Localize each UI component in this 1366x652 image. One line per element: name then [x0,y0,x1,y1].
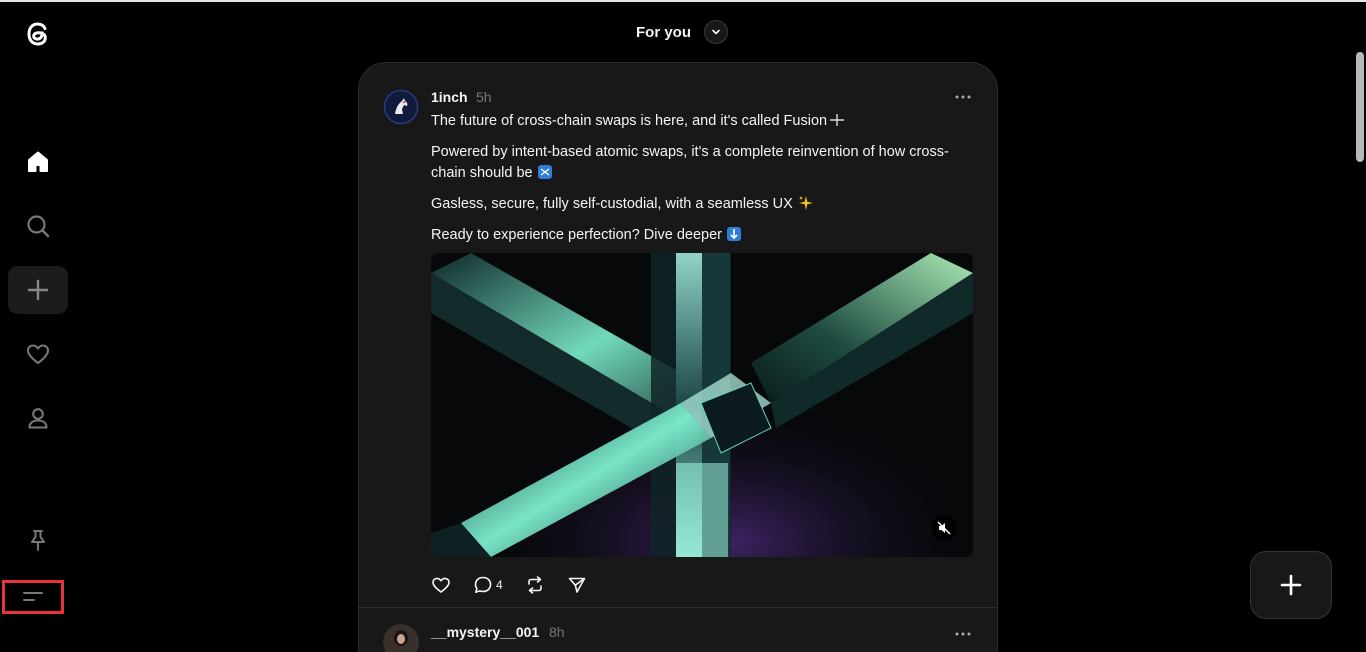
post-username[interactable]: __mystery__001 [431,624,539,640]
repost-button[interactable] [525,575,545,595]
plus-icon [1280,574,1302,596]
share-button[interactable] [567,575,587,595]
page-scrollbar[interactable] [1356,52,1366,640]
mute-button[interactable] [931,515,957,541]
avatar[interactable] [383,89,419,125]
post-video[interactable] [431,253,973,557]
post[interactable]: __mystery__001 8h [359,608,997,652]
sparkles-emoji-icon [798,196,813,210]
more-horizontal-icon [955,632,971,636]
post-timestamp: 5h [476,89,492,105]
nav-profile-button[interactable] [8,394,68,442]
avatar[interactable] [383,624,419,652]
speaker-muted-icon [937,521,951,535]
like-button[interactable] [431,575,451,595]
heart-icon [432,577,450,593]
home-icon [28,151,48,172]
nav-activity-button[interactable] [8,330,68,378]
nav-more-menu-button[interactable] [2,580,64,614]
reply-count: 4 [496,578,503,592]
chevron-down-icon [712,29,720,35]
feed-header: For you [0,0,1366,64]
feed-switcher-button[interactable] [704,20,728,44]
nav-pinned-button[interactable] [8,516,68,564]
post-paragraph: Gasless, secure, fully self-custodial, w… [431,194,971,215]
comment-icon [474,576,492,593]
repost-icon [527,576,542,594]
post-more-button[interactable] [951,87,975,107]
nav-search-button[interactable] [8,202,68,250]
plus-emoji-icon [830,114,845,126]
post-paragraph: Powered by intent-based atomic swaps, it… [431,144,949,181]
heart-icon [26,344,50,365]
menu-icon [23,592,43,601]
reply-button[interactable]: 4 [473,575,503,595]
sidebar [0,0,76,640]
post[interactable]: 1inch 5h The future of cross-chain swaps… [359,63,997,608]
post-paragraph: The future of cross-chain swaps is here,… [431,111,971,132]
nav-create-button[interactable] [8,266,68,314]
plus-icon [27,279,49,301]
shuffle-emoji-icon [537,165,552,179]
post-paragraph: Ready to experience perfection? Dive dee… [431,225,971,246]
post-username[interactable]: 1inch [431,89,468,105]
send-icon [568,577,585,593]
feed-title: For you [636,24,691,41]
floating-create-button[interactable] [1250,551,1332,619]
feed-column: 1inch 5h The future of cross-chain swaps… [358,62,998,652]
post-actions: 4 [431,573,609,597]
more-horizontal-icon [955,95,971,99]
search-icon [27,215,50,238]
nav-home-button[interactable] [8,138,68,186]
person-icon [28,408,48,429]
scrollbar-thumb[interactable] [1356,52,1364,162]
down-arrow-emoji-icon [726,227,741,241]
post-more-button[interactable] [951,624,975,644]
pin-icon [31,530,45,551]
post-timestamp: 8h [549,624,565,640]
